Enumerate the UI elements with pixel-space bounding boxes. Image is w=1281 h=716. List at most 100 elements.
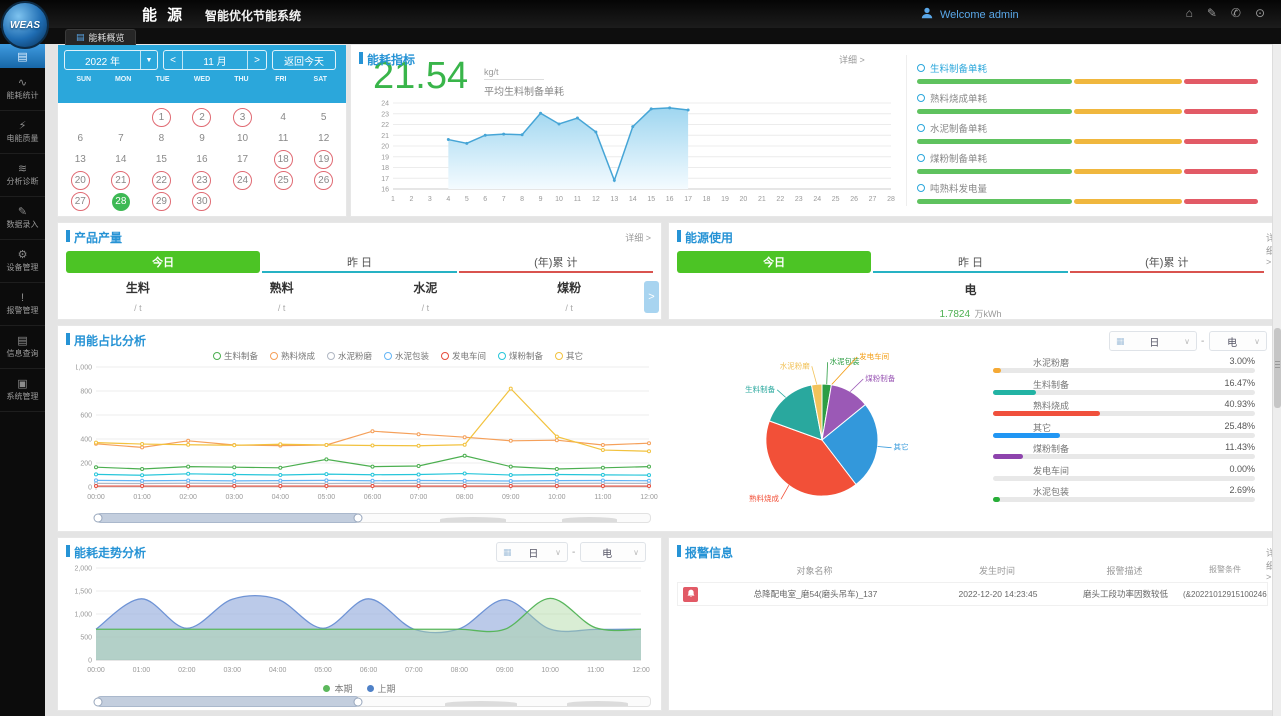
- prev-month-button[interactable]: <: [164, 55, 182, 66]
- usage-item-bar: [993, 390, 1255, 395]
- calendar-day-20[interactable]: 20: [60, 170, 101, 191]
- welcome-user[interactable]: Welcome admin: [920, 6, 1019, 23]
- calendar-day-11[interactable]: 11: [263, 128, 304, 149]
- svg-text:17: 17: [381, 176, 389, 183]
- calendar-day-30[interactable]: 30: [182, 191, 223, 212]
- energy-use-detail-link[interactable]: 详细 >: [1266, 231, 1273, 267]
- tab-yesterday[interactable]: 昨 日: [262, 251, 456, 273]
- svg-text:9: 9: [539, 196, 543, 203]
- kpi-indicator-active[interactable]: 生料制备单耗: [917, 61, 1258, 91]
- tab-year-total[interactable]: (年)累 计: [459, 251, 653, 273]
- kpi-indicator-item[interactable]: 吨熟料发电量: [917, 181, 1258, 211]
- calendar-day-2[interactable]: 2: [182, 107, 223, 128]
- sidebar-item-system-mgmt[interactable]: ▣系统管理: [0, 369, 45, 412]
- kpi-detail-link[interactable]: 详细 >: [839, 53, 865, 66]
- calendar-day-25[interactable]: 25: [263, 170, 304, 191]
- usage-item-bar: [993, 433, 1255, 438]
- legend-item-本期[interactable]: 本期: [323, 682, 352, 695]
- calendar-day-27[interactable]: 27: [60, 191, 101, 212]
- calendar-day-8[interactable]: 8: [141, 128, 182, 149]
- usage-item-bar: [993, 476, 1255, 481]
- home-icon[interactable]: ⌂: [1186, 6, 1193, 20]
- period-select[interactable]: ▦ 日 ∨: [1109, 331, 1197, 351]
- tab-energy-overview[interactable]: ▤ 能耗概览: [65, 29, 136, 45]
- period-select[interactable]: ▦ 日 ∨: [496, 542, 568, 562]
- svg-text:1,500: 1,500: [74, 589, 92, 596]
- edit-icon[interactable]: ✎: [1207, 6, 1217, 20]
- legend-marker: [270, 352, 278, 360]
- calendar-day-17[interactable]: 17: [222, 149, 263, 170]
- svg-text:02:00: 02:00: [179, 494, 197, 501]
- sidebar-item-device-mgmt[interactable]: ⚙设备管理: [0, 240, 45, 283]
- svg-text:10:00: 10:00: [548, 494, 566, 501]
- svg-text:400: 400: [80, 437, 92, 444]
- calendar-day-5[interactable]: 5: [303, 107, 344, 128]
- next-month-button[interactable]: >: [248, 55, 266, 66]
- legend-item-煤粉制备[interactable]: 煤粉制备: [498, 350, 543, 362]
- calendar-day-15[interactable]: 15: [141, 149, 182, 170]
- calendar-day-9[interactable]: 9: [182, 128, 223, 149]
- power-icon[interactable]: ⊙: [1255, 6, 1265, 20]
- back-to-today-button[interactable]: 返回今天: [272, 50, 336, 70]
- energy-type-select[interactable]: 电 ∨: [580, 542, 646, 562]
- calendar-day-24[interactable]: 24: [222, 170, 263, 191]
- sidebar-item-energy-stats[interactable]: ∿能耗统计: [0, 68, 45, 111]
- calendar-day-21[interactable]: 21: [101, 170, 142, 191]
- alarm-detail-link[interactable]: 详细 >: [1266, 546, 1273, 582]
- calendar-day-19[interactable]: 19: [303, 149, 344, 170]
- calendar-day-14[interactable]: 14: [101, 149, 142, 170]
- calendar-day-22[interactable]: 22: [141, 170, 182, 191]
- legend-item-生料制备[interactable]: 生料制备: [213, 350, 258, 362]
- sidebar-item-data-entry[interactable]: ✎数据录入: [0, 197, 45, 240]
- calendar-day-23[interactable]: 23: [182, 170, 223, 191]
- calendar-day-7[interactable]: 7: [101, 128, 142, 149]
- slider-thumb[interactable]: [97, 513, 359, 523]
- tab-today[interactable]: 今日: [66, 251, 260, 273]
- carousel-next-button[interactable]: >: [644, 281, 659, 313]
- legend-item-其它[interactable]: 其它: [555, 350, 583, 362]
- legend-item-水泥包装[interactable]: 水泥包装: [384, 350, 429, 362]
- kpi-indicator-item[interactable]: 水泥制备单耗: [917, 121, 1258, 151]
- calendar-day-26[interactable]: 26: [303, 170, 344, 191]
- calendar-day-12[interactable]: 12: [303, 128, 344, 149]
- legend-item-发电车间[interactable]: 发电车间: [441, 350, 486, 362]
- sidebar-item-info-query[interactable]: ▤信息查询: [0, 326, 45, 369]
- calendar-day-16[interactable]: 16: [182, 149, 223, 170]
- tab-yesterday[interactable]: 昨 日: [873, 251, 1067, 273]
- usage-percentage-list: 水泥粉磨3.00%生料制备16.47%熟料烧成40.93%其它25.48%煤粉制…: [993, 356, 1255, 507]
- slider-thumb[interactable]: [97, 696, 359, 707]
- tab-today[interactable]: 今日: [677, 251, 871, 273]
- kpi-indicator-item[interactable]: 煤粉制备单耗: [917, 151, 1258, 181]
- energy-type-select[interactable]: 电 ∨: [1209, 331, 1267, 351]
- calendar-day-13[interactable]: 13: [60, 149, 101, 170]
- product-columns: 生料/ t熟料/ t水泥/ t煤粉/ t: [66, 279, 641, 313]
- calendar-day-1[interactable]: 1: [141, 107, 182, 128]
- calendar-day-29[interactable]: 29: [141, 191, 182, 212]
- trend-area-chart: 05001,0001,5002,00000:0001:0002:0003:000…: [72, 562, 652, 684]
- phone-icon[interactable]: ✆: [1231, 6, 1241, 20]
- kpi-indicator-item[interactable]: 熟料烧成单耗: [917, 91, 1258, 121]
- calendar-day-28[interactable]: 28: [101, 191, 142, 212]
- calendar-day-3[interactable]: 3: [222, 107, 263, 128]
- calendar-day-10[interactable]: 10: [222, 128, 263, 149]
- calendar-day-6[interactable]: 6: [60, 128, 101, 149]
- sidebar-item-alarm-mgmt[interactable]: !报警管理: [0, 283, 45, 326]
- legend-item-水泥粉磨[interactable]: 水泥粉磨: [327, 350, 372, 362]
- legend-item-上期[interactable]: 上期: [367, 682, 396, 695]
- sidebar-item-power-quality[interactable]: ⚡电能质量: [0, 111, 45, 154]
- legend-item-熟料烧成[interactable]: 熟料烧成: [270, 350, 315, 362]
- alarm-description: 磨头工段功率因数较低: [1068, 588, 1183, 600]
- alarm-time: 2022-12-20 14:23:45: [928, 589, 1068, 599]
- svg-text:03:00: 03:00: [225, 494, 243, 501]
- calendar-day-18[interactable]: 18: [263, 149, 304, 170]
- product-detail-link[interactable]: 详细 >: [625, 231, 651, 244]
- legend-marker: [213, 352, 221, 360]
- usage-datazoom-slider[interactable]: [96, 513, 651, 523]
- calendar-day-4[interactable]: 4: [263, 107, 304, 128]
- alarm-table-row[interactable]: 总降配电室_磨54(磨头吊车)_1372022-12-20 14:23:45磨头…: [677, 582, 1268, 606]
- trend-datazoom-slider[interactable]: [96, 696, 651, 707]
- tab-year-total[interactable]: (年)累 计: [1070, 251, 1264, 273]
- year-select[interactable]: 2022 年 ▼: [64, 50, 158, 70]
- scrollbar-thumb[interactable]: [1274, 328, 1281, 408]
- sidebar-item-analysis-diagnosis[interactable]: ≋分析诊断: [0, 154, 45, 197]
